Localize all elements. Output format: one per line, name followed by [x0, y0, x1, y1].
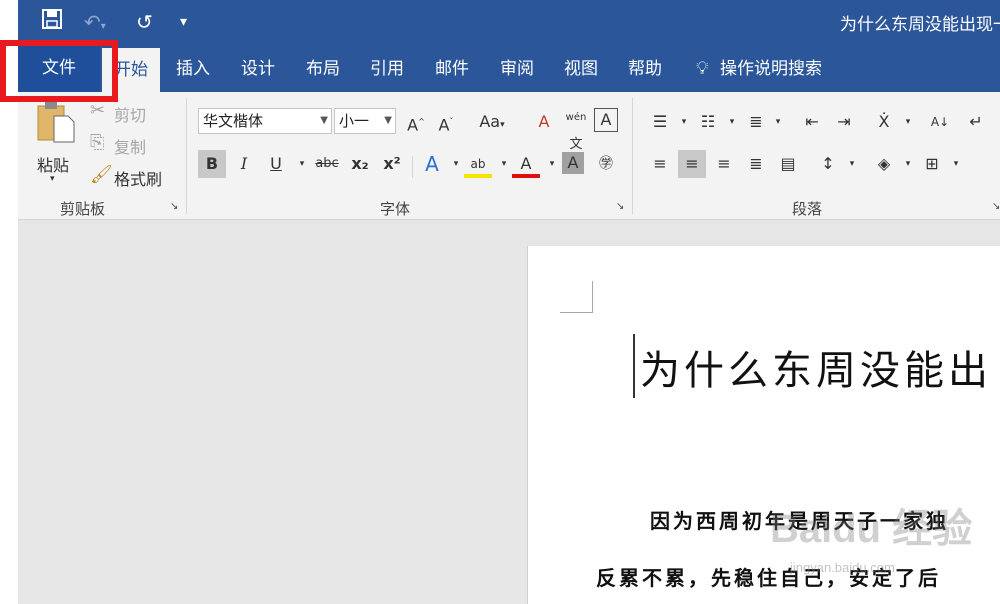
font-group-label: 字体: [380, 200, 411, 218]
phonetic-guide-icon[interactable]: wén 文: [562, 104, 590, 151]
ribbon-tab-bar: 文件 开始 插入 设计 布局 引用 邮件 审阅 视图 帮助 💡︎ 操作说明搜索: [18, 44, 1000, 92]
clipboard-group-label: 剪贴板: [60, 200, 106, 218]
document-heading[interactable]: 为什么东周没能出: [640, 338, 992, 396]
scissors-icon: ✂: [90, 100, 106, 121]
paragraph-group-label: 段落: [792, 200, 823, 218]
tab-mailings[interactable]: 邮件: [435, 54, 469, 84]
subscript-button[interactable]: x₂: [346, 150, 374, 178]
font-name-combobox[interactable]: 华文楷体 ▼: [198, 108, 332, 134]
align-left-icon[interactable]: ≡: [646, 150, 674, 178]
divider: [412, 156, 413, 178]
justify-icon[interactable]: ≣: [742, 150, 770, 178]
tab-review[interactable]: 审阅: [500, 54, 534, 84]
chevron-down-icon[interactable]: ▾: [942, 150, 970, 178]
tab-references[interactable]: 引用: [370, 54, 404, 84]
shrink-font-icon[interactable]: Aˇ: [432, 108, 460, 136]
format-painter-icon: 🖌︎: [90, 164, 113, 185]
tab-help[interactable]: 帮助: [628, 54, 662, 84]
undo-icon[interactable]: ↶▾: [84, 8, 106, 36]
change-case-button[interactable]: Aa▾: [474, 108, 510, 136]
decrease-indent-icon[interactable]: ⇤: [798, 108, 826, 136]
paste-icon: [37, 102, 75, 143]
tab-layout[interactable]: 布局: [306, 54, 340, 84]
tab-view[interactable]: 视图: [564, 54, 598, 84]
grow-font-icon[interactable]: A^: [402, 108, 430, 136]
underline-button[interactable]: U: [262, 150, 290, 178]
paste-label: 粘贴: [37, 156, 70, 175]
watermark-logo: Baidu 经验: [770, 507, 973, 551]
character-shading-icon[interactable]: A: [562, 152, 584, 174]
chevron-down-icon: ▼: [320, 115, 328, 126]
distributed-icon[interactable]: ▤: [774, 150, 802, 178]
chevron-down-icon[interactable]: ▾: [838, 150, 866, 178]
highlight-color-icon[interactable]: ab: [464, 150, 492, 178]
increase-indent-icon[interactable]: ⇥: [830, 108, 858, 136]
dialog-launcher-icon[interactable]: ↘: [170, 202, 178, 212]
font-name-value: 华文楷体: [203, 112, 264, 130]
tab-insert[interactable]: 插入: [176, 54, 210, 84]
dialog-launcher-icon[interactable]: ↘: [992, 202, 1000, 212]
paste-dropdown-icon[interactable]: ▾: [50, 174, 55, 184]
margin-corner-mark: [592, 281, 593, 312]
group-divider: [632, 98, 633, 214]
chevron-down-icon[interactable]: ▾: [764, 108, 792, 136]
strikethrough-button[interactable]: abc: [310, 150, 344, 178]
text-cursor: [633, 334, 635, 398]
sort-icon[interactable]: A↓: [926, 108, 954, 136]
tell-me-label: 操作说明搜索: [720, 59, 823, 79]
dialog-launcher-icon[interactable]: ↘: [616, 202, 624, 212]
watermark-url: jingyan.baidu.com: [790, 560, 895, 575]
clear-formatting-icon[interactable]: A: [530, 108, 558, 136]
chevron-down-icon[interactable]: ▾: [894, 108, 922, 136]
title-bar: ↶▾ ↺ ▾ 为什么东周没能出现一: [18, 0, 1000, 44]
annotation-highlight-box: [0, 40, 118, 102]
margin-corner-mark: [560, 312, 593, 313]
phonetic-label: wén: [565, 112, 587, 123]
group-divider: [186, 98, 187, 214]
copy-button[interactable]: 复制: [114, 134, 146, 158]
document-title: 为什么东周没能出现一: [840, 15, 1000, 35]
cut-button[interactable]: 剪切: [114, 102, 146, 126]
tell-me-search[interactable]: 💡︎ 操作说明搜索: [696, 54, 822, 84]
font-color-icon[interactable]: A: [512, 150, 540, 178]
tab-design[interactable]: 设计: [241, 54, 275, 84]
copy-icon: ⎘: [90, 132, 105, 153]
font-size-combobox[interactable]: 小一 ▼: [334, 108, 396, 134]
format-painter-button[interactable]: 格式刷: [114, 166, 162, 190]
bold-button[interactable]: B: [198, 150, 226, 178]
save-icon[interactable]: [42, 8, 62, 36]
show-marks-icon[interactable]: ↵: [962, 108, 990, 136]
ribbon-home: 粘贴 ▾ ✂ 剪切 ⎘ 复制 🖌︎ 格式刷 剪贴板 ↘ 华文楷体 ▼ 小一 ▼ …: [18, 92, 1000, 220]
font-size-value: 小一: [339, 112, 370, 130]
customize-qat-icon[interactable]: ▾: [180, 8, 187, 36]
align-right-icon[interactable]: ≡: [710, 150, 738, 178]
redo-icon[interactable]: ↺: [136, 8, 153, 36]
chevron-down-icon: ▼: [384, 115, 392, 126]
enclose-characters-icon[interactable]: ㊫: [592, 150, 620, 178]
character-border-icon[interactable]: A: [594, 108, 618, 132]
italic-button[interactable]: I: [230, 150, 258, 178]
superscript-button[interactable]: x²: [378, 150, 406, 178]
change-case-label: Aa: [479, 112, 501, 131]
align-center-icon[interactable]: ≡: [678, 150, 706, 178]
lightbulb-icon: 💡︎: [696, 58, 709, 79]
paste-button[interactable]: 粘贴 ▾: [32, 98, 78, 188]
